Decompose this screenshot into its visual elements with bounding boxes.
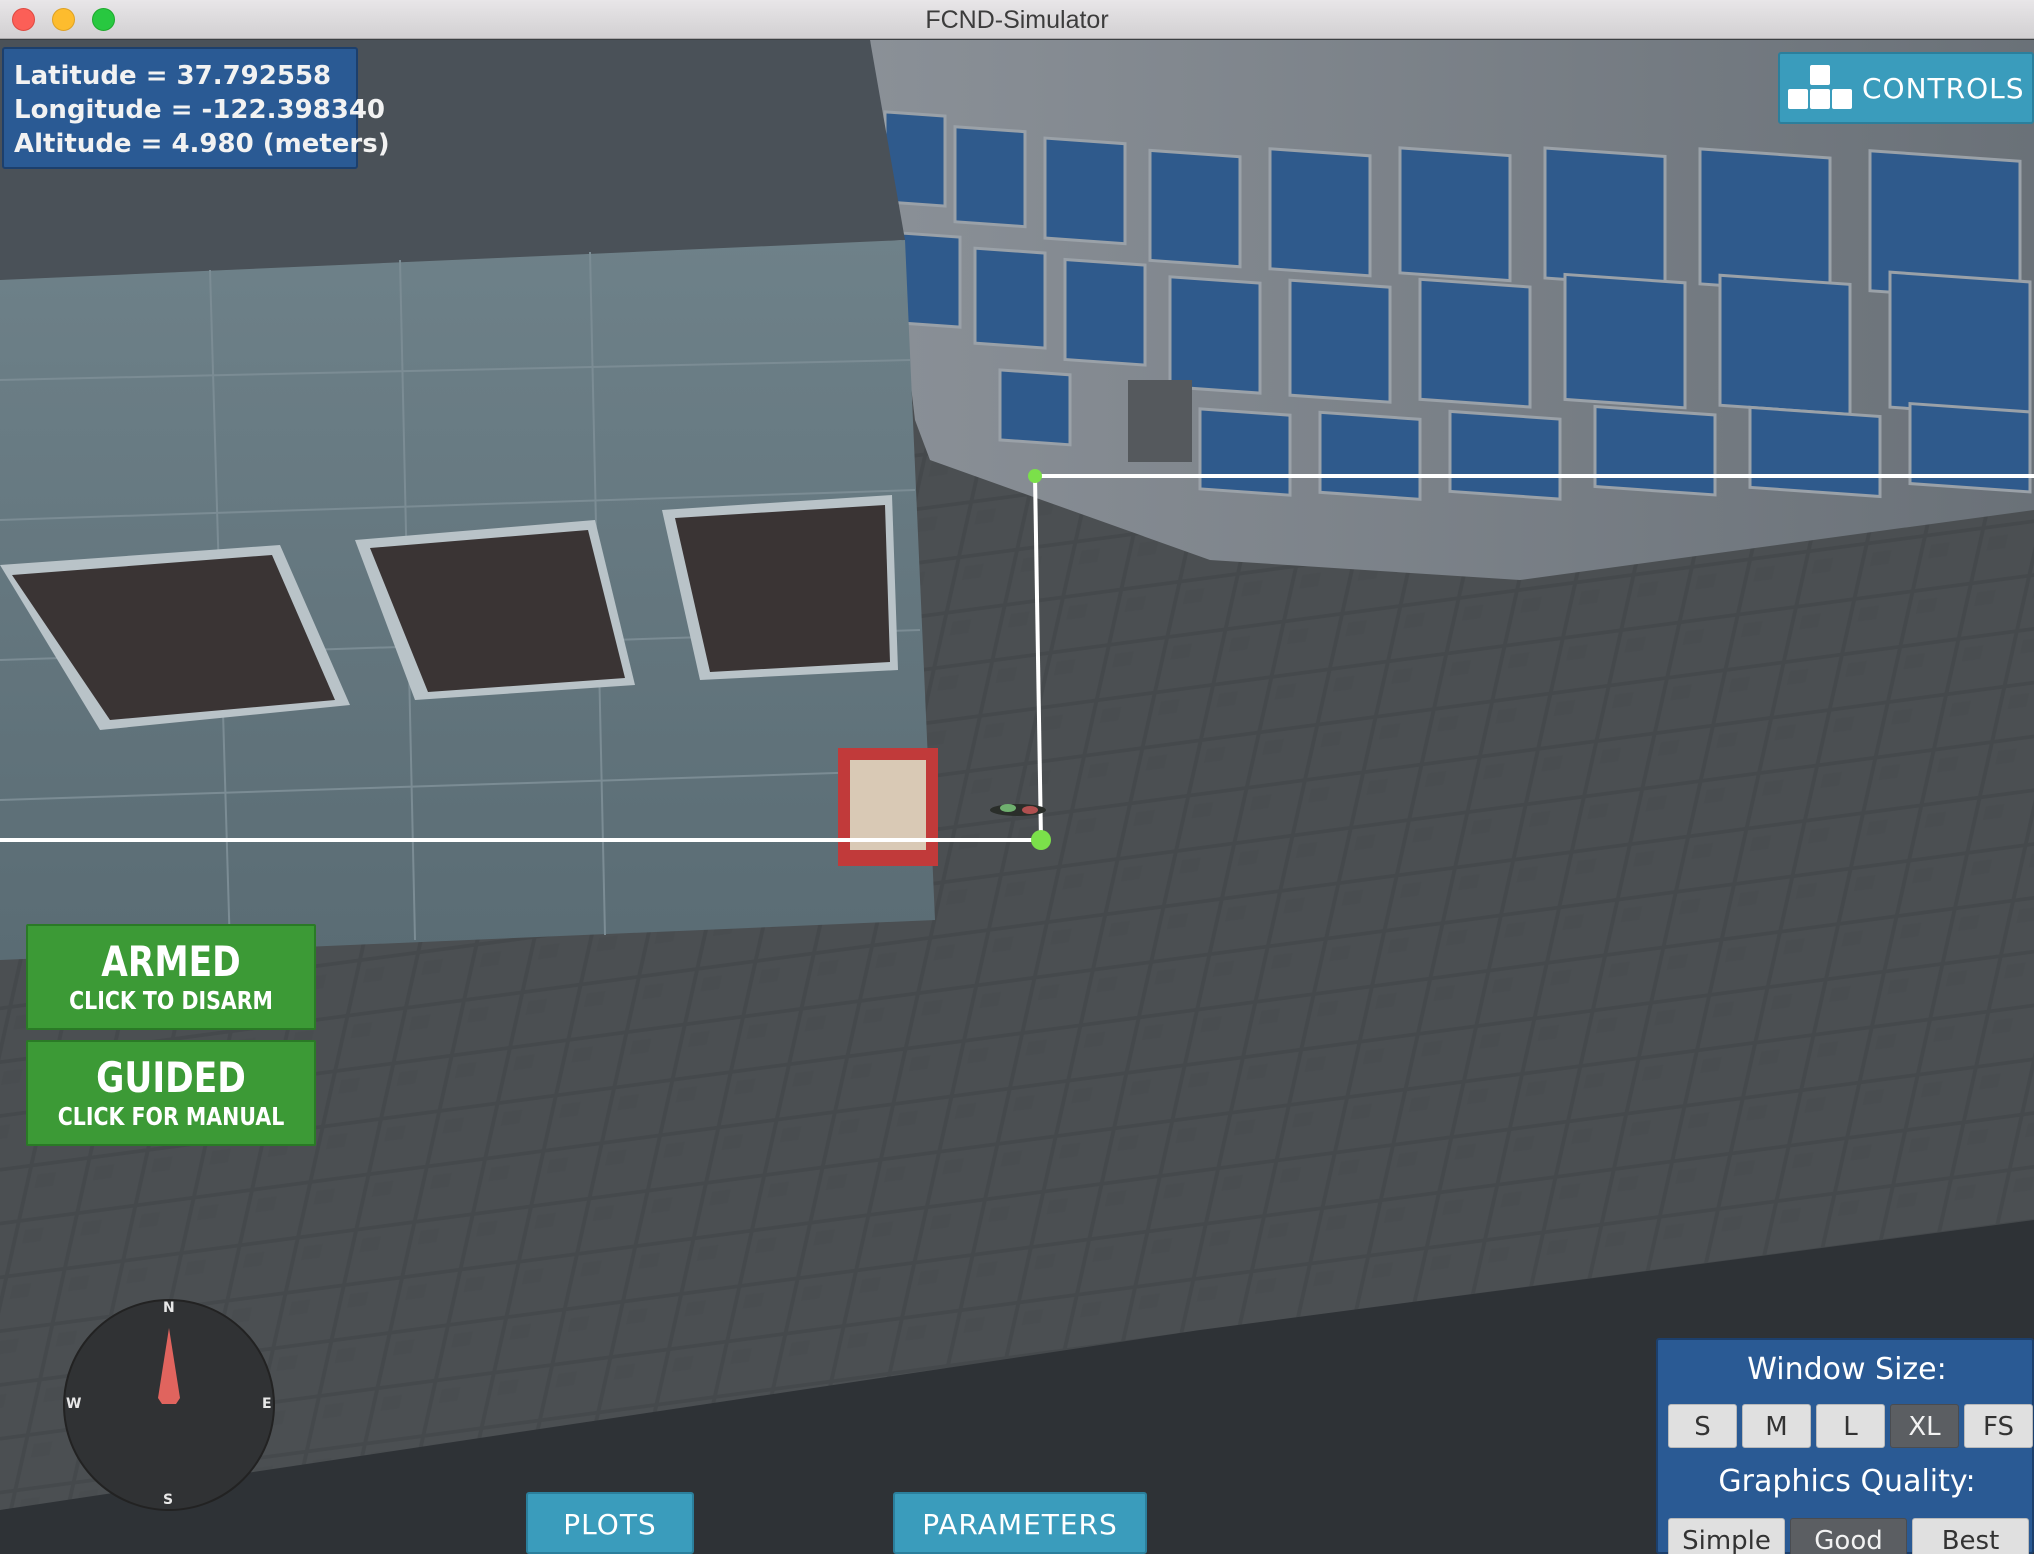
scene-render [0,40,2034,1554]
parameters-button[interactable]: PARAMETERS [893,1492,1147,1554]
armed-toggle-button[interactable]: ARMED CLICK TO DISARM [26,924,316,1030]
window-size-options: S M L XL FS [1668,1404,2033,1448]
window-size-label: Window Size: [1747,1352,1947,1387]
telemetry-panel: Latitude = 37.792558 Longitude = -122.39… [2,47,390,169]
waypoint-marker [1028,469,1042,483]
quality-best-button[interactable]: Best [1912,1518,2029,1554]
waypoint-marker [1031,830,1051,850]
longitude-readout: Longitude = -122.398340 [14,95,386,125]
guided-subtitle: CLICK FOR MANUAL [57,1102,285,1131]
window-size-fs-button[interactable]: FS [1964,1404,2033,1448]
controls-label: CONTROLS [1862,71,2025,105]
drone [990,804,1046,816]
plots-button[interactable]: PLOTS [526,1492,694,1554]
simulator-viewport[interactable] [0,40,2034,1554]
window-size-s-button[interactable]: S [1668,1404,1737,1448]
window-size-xl-button[interactable]: XL [1890,1404,1959,1448]
quality-simple-button[interactable]: Simple [1668,1518,1785,1554]
window-title: FCND-Simulator [925,6,1109,34]
armed-subtitle: CLICK TO DISARM [69,986,273,1015]
quality-good-button[interactable]: Good [1790,1518,1907,1554]
controls-button[interactable]: CONTROLS [1778,52,2034,124]
graphics-quality-label: Graphics Quality: [1718,1464,1976,1499]
compass-dial [63,1299,275,1511]
armed-title: ARMED [101,937,241,986]
window-size-m-button[interactable]: M [1742,1404,1811,1448]
latitude-readout: Latitude = 37.792558 [14,61,332,91]
compass-north-label: N [163,1300,175,1316]
guided-toggle-button[interactable]: GUIDED CLICK FOR MANUAL [26,1040,316,1146]
compass: N S E W [62,1298,276,1512]
compass-west-label: W [66,1396,82,1412]
graphics-quality-options: Simple Good Best [1668,1518,2029,1554]
compass-south-label: S [163,1492,174,1508]
window-size-l-button[interactable]: L [1816,1404,1885,1448]
settings-panel: Window Size: S M L XL FS Graphics Qualit… [1656,1338,2034,1554]
keyboard-keys-icon [1788,65,1852,109]
guided-title: GUIDED [96,1053,246,1102]
window-titlebar: FCND-Simulator [0,0,2034,39]
compass-east-label: E [262,1396,272,1412]
altitude-readout: Altitude = 4.980 (meters) [14,129,390,159]
